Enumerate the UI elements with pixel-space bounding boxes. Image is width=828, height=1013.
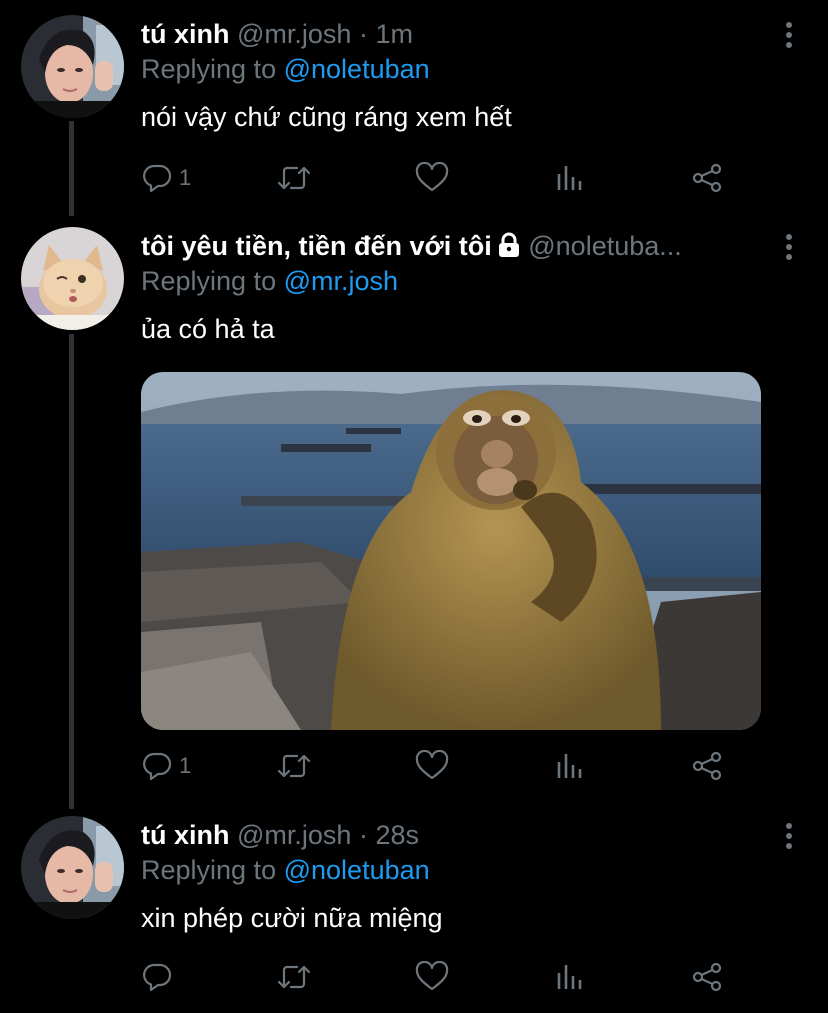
share-button[interactable]	[691, 957, 723, 997]
tweet-header: tú xinh @mr.josh · 1m	[141, 17, 781, 51]
retweet-button[interactable]	[276, 746, 312, 786]
user-handle[interactable]: @mr.josh	[237, 19, 351, 49]
heart-icon	[415, 750, 449, 780]
share-button[interactable]	[691, 746, 723, 786]
analytics-button[interactable]	[554, 746, 586, 786]
more-vertical-icon[interactable]	[784, 821, 794, 851]
reply-count: 1	[179, 753, 192, 778]
timestamp[interactable]: 28s	[375, 820, 419, 850]
heart-icon	[415, 162, 449, 192]
replying-to: Replying to @noletuban	[141, 52, 430, 86]
more-vertical-icon[interactable]	[784, 232, 794, 262]
tweet[interactable]: tú xinh @mr.josh · 1m Replying to @nolet…	[0, 0, 828, 212]
tweet[interactable]: tú xinh @mr.josh · 28s Replying to @nole…	[0, 801, 828, 1013]
display-name[interactable]: tú xinh	[141, 820, 230, 850]
timestamp[interactable]: 1m	[375, 19, 413, 49]
retweet-icon	[277, 166, 311, 190]
replying-to-link[interactable]: @noletuban	[284, 855, 430, 885]
thread-connector	[69, 334, 74, 809]
tweet-header: tú xinh @mr.josh · 28s	[141, 818, 781, 852]
avatar[interactable]	[21, 15, 124, 118]
tweet-header: tôi yêu tiền, tiền đến với tôi @noletuba…	[141, 229, 781, 263]
share-icon	[692, 962, 722, 992]
lock-icon	[498, 232, 519, 257]
avatar[interactable]	[21, 227, 124, 330]
reply-button[interactable]	[141, 957, 179, 997]
analytics-button[interactable]	[554, 158, 586, 198]
retweet-icon	[277, 965, 311, 989]
like-button[interactable]	[415, 957, 449, 997]
share-icon	[692, 751, 722, 781]
reply-icon	[143, 963, 172, 992]
replying-prefix: Replying to	[141, 266, 277, 296]
display-name[interactable]: tú xinh	[141, 19, 230, 49]
reply-button[interactable]: 1	[141, 158, 191, 198]
tweet-text: nói vậy chứ cũng ráng xem hết	[141, 102, 512, 132]
replying-to-link[interactable]: @mr.josh	[284, 266, 398, 296]
replying-to-link[interactable]: @noletuban	[284, 54, 430, 84]
analytics-icon	[557, 166, 582, 190]
replying-prefix: Replying to	[141, 54, 277, 84]
retweet-icon	[277, 754, 311, 778]
separator: ·	[358, 19, 368, 49]
more-vertical-icon[interactable]	[784, 20, 794, 50]
like-button[interactable]	[415, 158, 449, 198]
tweet[interactable]: tôi yêu tiền, tiền đến với tôi @noletuba…	[0, 212, 828, 801]
reply-count: 1	[179, 165, 192, 190]
heart-icon	[415, 961, 449, 991]
user-handle[interactable]: @noletuba...	[528, 231, 682, 261]
tweet-media-image[interactable]	[141, 372, 761, 730]
share-icon	[692, 163, 722, 193]
tweet-actions: 1	[141, 746, 741, 786]
separator: ·	[358, 820, 368, 850]
tweet-actions	[141, 957, 741, 997]
replying-to: Replying to @mr.josh	[141, 264, 398, 298]
avatar[interactable]	[21, 816, 124, 919]
tweet-actions: 1	[141, 158, 741, 198]
analytics-button[interactable]	[554, 957, 586, 997]
display-name[interactable]: tôi yêu tiền, tiền đến với tôi	[141, 231, 492, 261]
reply-icon	[143, 752, 172, 781]
tweet-text: xin phép cười nữa miệng	[141, 903, 443, 933]
replying-prefix: Replying to	[141, 855, 277, 885]
like-button[interactable]	[415, 746, 449, 786]
tweet-text: ủa có hả ta	[141, 314, 275, 344]
share-button[interactable]	[691, 158, 723, 198]
reply-icon	[143, 164, 172, 193]
thread-connector	[69, 121, 74, 216]
monkey-photo	[141, 372, 761, 730]
user-handle[interactable]: @mr.josh	[237, 820, 351, 850]
retweet-button[interactable]	[276, 158, 312, 198]
retweet-button[interactable]	[276, 957, 312, 997]
reply-button[interactable]: 1	[141, 746, 191, 786]
replying-to: Replying to @noletuban	[141, 853, 430, 887]
analytics-icon	[557, 754, 582, 778]
analytics-icon	[557, 965, 582, 989]
